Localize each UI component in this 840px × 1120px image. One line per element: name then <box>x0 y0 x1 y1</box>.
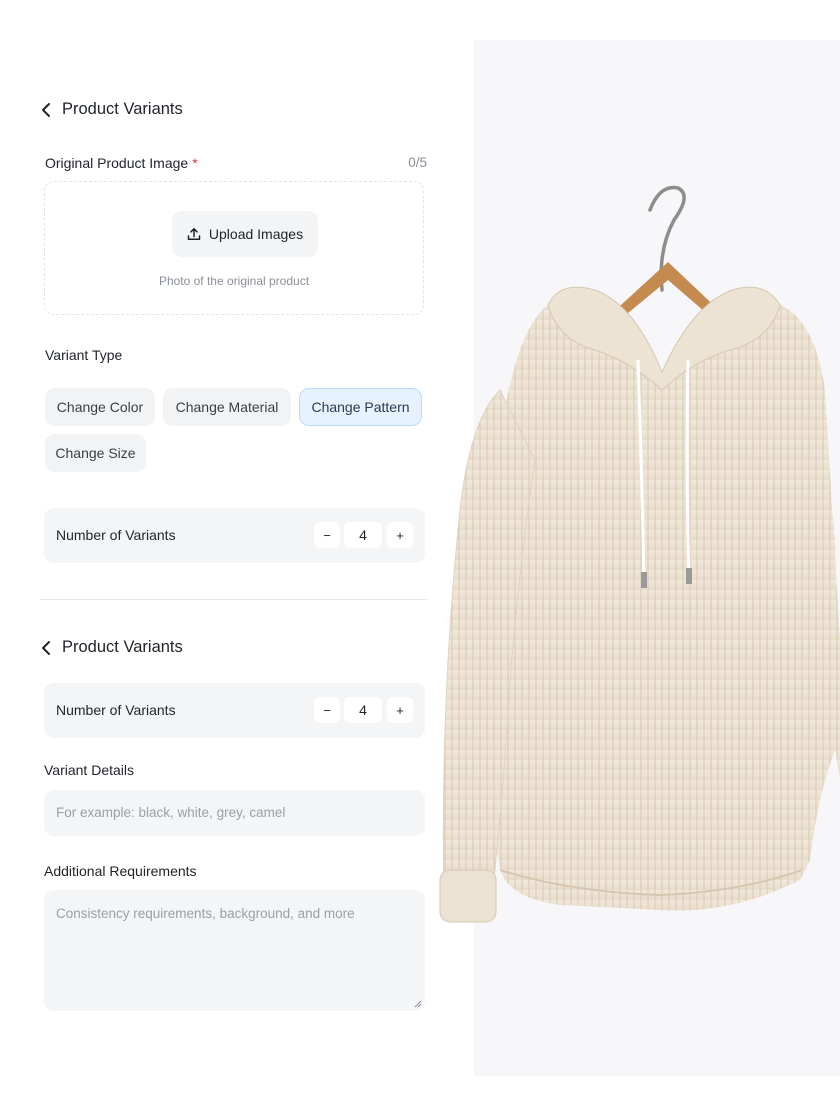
chip-change-size[interactable]: Change Size <box>45 434 146 472</box>
chevron-left-icon <box>42 640 50 655</box>
additional-requirements-placeholder: Consistency requirements, background, an… <box>56 906 355 921</box>
page-title-2: Product Variants <box>62 638 183 656</box>
number-of-variants-label-2: Number of Variants <box>56 702 176 718</box>
decrement-button-2[interactable]: − <box>314 697 340 723</box>
variant-details-input[interactable]: For example: black, white, grey, camel <box>44 790 425 836</box>
additional-requirements-textarea[interactable]: Consistency requirements, background, an… <box>44 890 425 1011</box>
variant-count-value-2[interactable]: 4 <box>344 697 382 723</box>
additional-requirements-label: Additional Requirements <box>44 863 197 879</box>
resize-grip-icon[interactable] <box>414 1000 422 1008</box>
number-of-variants-card: Number of Variants − 4 + <box>44 508 425 563</box>
page-title: Product Variants <box>62 100 183 118</box>
number-of-variants-label: Number of Variants <box>56 527 176 543</box>
upload-images-label: Upload Images <box>208 226 304 242</box>
image-count: 0/5 <box>408 155 427 170</box>
chip-change-material[interactable]: Change Material <box>163 388 291 426</box>
section-divider <box>40 599 427 600</box>
chevron-left-icon <box>42 102 50 117</box>
variant-details-label: Variant Details <box>44 762 135 778</box>
variant-count-value[interactable]: 4 <box>344 522 382 548</box>
increment-button-2[interactable]: + <box>387 697 413 723</box>
upload-icon <box>187 228 201 240</box>
chip-change-color[interactable]: Change Color <box>45 388 155 426</box>
increment-button[interactable]: + <box>387 522 413 548</box>
back-button[interactable]: Product Variants <box>40 100 183 119</box>
variants-panel: Product Variants Original Product Image *… <box>0 0 474 1120</box>
decrement-button[interactable]: − <box>314 522 340 548</box>
chip-change-pattern[interactable]: Change Pattern <box>299 388 422 426</box>
number-of-variants-card-2: Number of Variants − 4 + <box>44 683 425 738</box>
upload-images-button[interactable]: Upload Images <box>172 211 318 257</box>
original-image-label-text: Original Product Image <box>45 155 189 171</box>
original-image-label: Original Product Image * <box>45 155 198 171</box>
variant-type-label: Variant Type <box>45 347 123 363</box>
required-mark: * <box>192 155 198 171</box>
upload-hint: Photo of the original product <box>158 274 310 288</box>
back-button-2[interactable]: Product Variants <box>40 638 183 657</box>
upload-dropzone[interactable]: Upload Images Photo of the original prod… <box>44 181 424 315</box>
hoodie-product-image <box>439 185 840 923</box>
